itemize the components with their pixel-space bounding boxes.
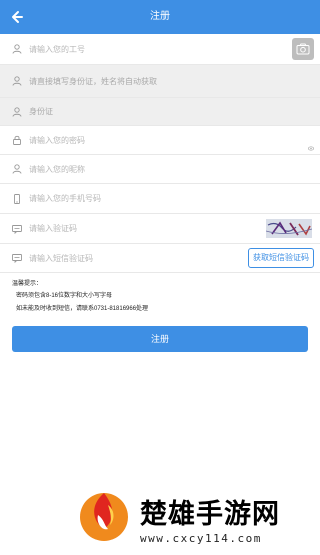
password-row [0,126,320,155]
eye-icon[interactable] [308,138,314,151]
id-card-input[interactable] [29,107,320,116]
captcha-row [0,214,320,244]
captcha-image[interactable] [266,219,312,238]
nickname-input[interactable] [29,164,320,174]
user-icon [12,106,22,117]
id-card-row [0,98,320,126]
watermark-url: www.cxcy114.com [140,532,262,545]
tips-section: 温馨提示： 密码须包含8-16位数字和大小写字母 如未能及时收到短信，请联系07… [0,273,320,313]
work-id-row [0,34,320,65]
name-row [0,65,320,98]
message-icon [12,224,22,234]
register-form: 获取短信验证码 温馨提示： 密码须包含8-16位数字和大小写字母 如未能及时收到… [0,34,320,313]
page-title: 注册 [150,11,170,22]
flame-logo-icon [80,493,128,541]
nickname-row [0,155,320,184]
user-icon [12,164,22,174]
tips-title: 温馨提示： [12,281,43,287]
password-input[interactable] [29,135,320,145]
phone-input[interactable] [29,194,320,203]
watermark-site-name: 楚雄手游网 [140,499,280,530]
phone-icon [12,193,22,204]
phone-row [0,184,320,214]
tips-contact: 如未能及时收到短信，请联系0731-81816966处理 [16,306,149,312]
name-input[interactable] [29,76,320,86]
app-header: 注册 [0,0,320,34]
tips-password-rule: 密码须包含8-16位数字和大小写字母 [16,293,113,299]
watermark: 楚雄手游网 www.cxcy114.com [0,470,320,555]
user-icon [12,76,22,86]
get-sms-code-button[interactable]: 获取短信验证码 [248,248,314,268]
register-button[interactable]: 注册 [12,326,308,352]
user-icon [12,44,22,54]
camera-icon[interactable] [292,38,314,60]
sms-row: 获取短信验证码 [0,244,320,273]
work-id-input[interactable] [29,44,320,54]
lock-icon [12,135,22,145]
message-icon [12,253,22,263]
